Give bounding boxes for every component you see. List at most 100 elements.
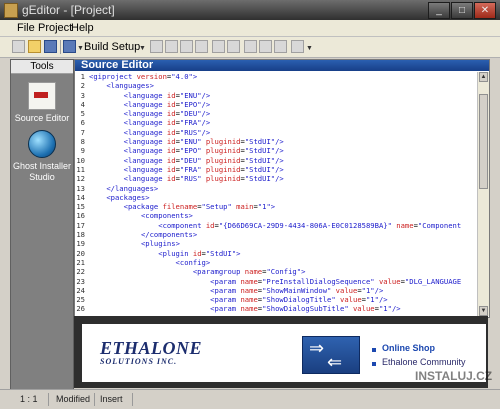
new-icon[interactable] xyxy=(12,40,25,53)
bullet-icon xyxy=(372,362,376,366)
redo-icon[interactable] xyxy=(227,40,240,53)
code-line[interactable]: <param name="ShowDialogSubTitle" value="… xyxy=(89,304,477,313)
tool-ghost-installer-label-2: Studio xyxy=(29,172,55,182)
status-separator xyxy=(94,393,95,406)
code-line[interactable]: <language id="FRA" pluginid="StdUI"/> xyxy=(89,165,477,174)
line-number: 26 xyxy=(76,304,85,314)
tool-ghost-installer[interactable]: Ghost Installer Studio xyxy=(11,130,73,183)
code-line[interactable]: <language id="DEU" pluginid="StdUI"/> xyxy=(89,156,477,165)
insert-mode-indicator: Insert xyxy=(100,394,123,404)
code-line[interactable]: <paramgroup name="Config"> xyxy=(89,267,477,276)
line-number: 7 xyxy=(80,127,85,137)
line-number: 6 xyxy=(80,118,85,128)
community-link[interactable]: Ethalone Community xyxy=(382,357,466,367)
code-line[interactable]: <language id="ENU"/> xyxy=(89,91,477,100)
cursor-position: 1 : 1 xyxy=(20,394,38,404)
scrollbar-thumb[interactable] xyxy=(479,94,488,189)
scroll-down-icon[interactable]: ▼ xyxy=(479,306,488,316)
app-icon xyxy=(4,3,18,18)
code-line[interactable]: <languages> xyxy=(89,81,477,90)
line-number: 21 xyxy=(76,257,85,267)
line-number: 25 xyxy=(76,295,85,305)
build-setup-button[interactable]: Build Setup xyxy=(84,41,140,53)
line-number: 23 xyxy=(76,276,85,286)
code-line[interactable]: <plugins> xyxy=(89,239,477,248)
menu-project[interactable]: Project xyxy=(38,22,72,34)
ethalone-logo: ETHALONE SOLUTIONS INC. xyxy=(100,338,202,366)
code-line[interactable]: <language id="ENU" pluginid="StdUI"/> xyxy=(89,137,477,146)
title-bar[interactable]: gEditor - [Project] _ □ ✕ xyxy=(0,0,500,20)
code-line[interactable]: <language id="DEU"/> xyxy=(89,109,477,118)
paste-icon[interactable] xyxy=(180,40,193,53)
source-editor: Source Editor 1 2 3 4 5 6 7 8 9 10 11 12 13 14 15 16 17 1… xyxy=(74,59,490,318)
code-line[interactable]: <language id="RUS"/> xyxy=(89,128,477,137)
arrows-icon: ⇒ ⇐ xyxy=(302,336,360,374)
bullet-icon xyxy=(372,348,376,352)
editor-header: Source Editor xyxy=(75,60,489,71)
online-shop-link[interactable]: Online Shop xyxy=(382,343,435,353)
menu-help[interactable]: Help xyxy=(71,22,94,34)
code-line[interactable]: <plugin id="StdUI"> xyxy=(89,249,477,258)
tools-panel: Tools Source Editor Ghost Installer Stud… xyxy=(10,59,74,390)
code-line[interactable]: <language id="EPO"/> xyxy=(89,100,477,109)
undo-icon[interactable] xyxy=(212,40,225,53)
scroll-up-icon[interactable]: ▲ xyxy=(479,72,488,82)
line-number: 10 xyxy=(76,155,85,165)
source-editor-icon xyxy=(28,82,56,110)
application-window: gEditor - [Project] _ □ ✕ File Project H… xyxy=(0,0,500,409)
ghost-installer-icon xyxy=(28,130,56,158)
goto-icon[interactable] xyxy=(274,40,287,53)
tool-source-editor-label: Source Editor xyxy=(14,113,70,123)
code-line[interactable]: <package filename="Setup" main="1"> xyxy=(89,202,477,211)
code-line[interactable]: <param name="ShowMainWindow" value="1"/> xyxy=(89,286,477,295)
tool-source-editor[interactable]: Source Editor xyxy=(11,82,73,124)
toolbar-separator xyxy=(60,40,61,54)
line-number: 5 xyxy=(80,109,85,119)
replace-icon[interactable] xyxy=(259,40,272,53)
watermark: INSTALUJ.CZ xyxy=(415,369,493,383)
code-line[interactable]: <param name="PreInstallDialogSequence" v… xyxy=(89,277,477,286)
logo-line-1: ETHALONE xyxy=(100,338,203,358)
modified-indicator: Modified xyxy=(56,394,91,404)
chevron-down-icon[interactable]: ▼ xyxy=(77,45,84,52)
code-line[interactable]: <language id="FRA"/> xyxy=(89,118,477,127)
code-line[interactable]: <language id="RUS" pluginid="StdUI"/> xyxy=(89,174,477,183)
copy-icon[interactable] xyxy=(165,40,178,53)
code-line[interactable]: <giproject version="4.0"> xyxy=(89,72,477,81)
line-number: 1 xyxy=(80,72,85,81)
line-number: 2 xyxy=(80,81,85,91)
minimize-button[interactable]: _ xyxy=(428,2,450,19)
tools-header: Tools xyxy=(11,60,73,74)
code-line[interactable]: <packages> xyxy=(89,193,477,202)
save-icon[interactable] xyxy=(44,40,57,53)
maximize-button[interactable]: □ xyxy=(451,2,473,19)
delete-icon[interactable] xyxy=(195,40,208,53)
open-icon[interactable] xyxy=(28,40,41,53)
line-number: 19 xyxy=(76,239,85,249)
find-icon[interactable] xyxy=(244,40,257,53)
options-dropdown-icon[interactable]: ▼ xyxy=(306,45,313,52)
code-line[interactable]: <language id="EPO" pluginid="StdUI"/> xyxy=(89,146,477,155)
vertical-scrollbar[interactable]: ▲ ▼ xyxy=(477,72,489,316)
line-number: 14 xyxy=(76,192,85,202)
close-button[interactable]: ✕ xyxy=(474,2,496,19)
code-line[interactable]: <components> xyxy=(89,211,477,220)
tool-ghost-installer-label-1: Ghost Installer xyxy=(12,161,72,171)
code-line[interactable]: <param name="ShowDialogTitle" value="1"/… xyxy=(89,295,477,304)
line-number: 17 xyxy=(76,220,85,230)
toolbar: ▼ Build Setup ▼ ▼ xyxy=(0,37,500,58)
code-line[interactable]: <config> xyxy=(89,258,477,267)
save-all-icon[interactable] xyxy=(63,40,76,53)
code-line[interactable]: </languages> xyxy=(89,184,477,193)
options-icon[interactable] xyxy=(291,40,304,53)
line-number: 22 xyxy=(76,267,85,277)
code-line[interactable]: <component id="{D66D69CA-29D9-4434-806A-… xyxy=(89,221,477,230)
code-lines[interactable]: <giproject version="4.0"> <languages> <l… xyxy=(89,72,477,314)
line-number-gutter: 1 2 3 4 5 6 7 8 9 10 11 12 13 14 15 16 17 18 19 20 21 22 23 24 2… xyxy=(75,72,85,314)
code-line[interactable]: </components> xyxy=(89,230,477,239)
cut-icon[interactable] xyxy=(150,40,163,53)
line-number: 8 xyxy=(80,137,85,147)
menu-file[interactable]: File xyxy=(17,22,35,34)
code-area[interactable]: 1 2 3 4 5 6 7 8 9 10 11 12 13 14 15 16 17 18 19 20 21 22 23 24 2… xyxy=(75,72,477,316)
build-dropdown-icon[interactable]: ▼ xyxy=(139,45,146,52)
